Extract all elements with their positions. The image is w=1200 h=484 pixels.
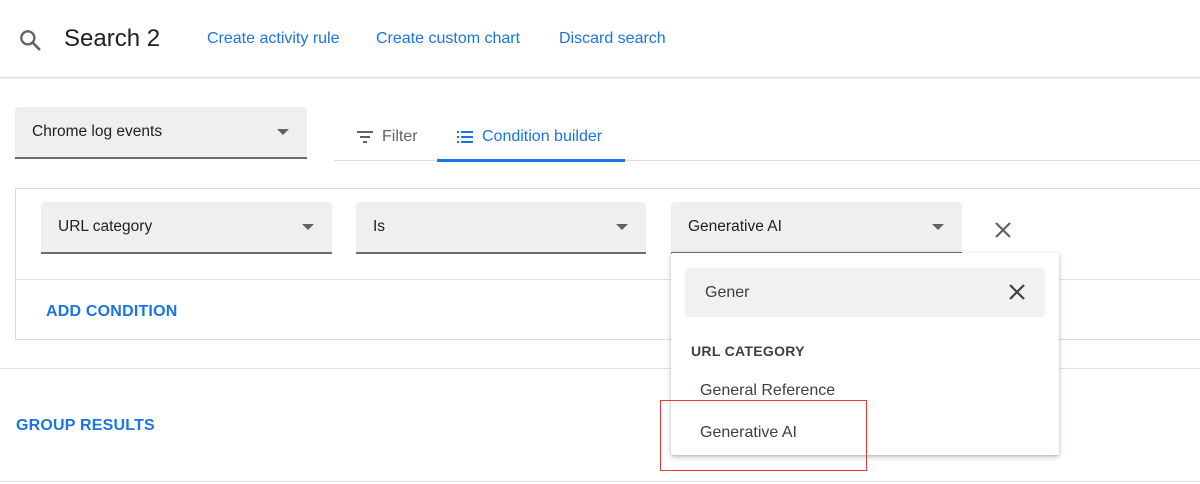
tab-filter[interactable]: Filter — [357, 112, 418, 162]
condition-operator-select[interactable]: Is — [356, 202, 646, 254]
chevron-down-icon — [277, 129, 289, 135]
dropdown-search-input[interactable]: Gener — [685, 268, 1045, 317]
add-condition-button[interactable]: ADD CONDITION — [46, 303, 177, 321]
chevron-down-icon — [616, 224, 628, 230]
data-source-select[interactable]: Chrome log events — [15, 107, 307, 159]
chevron-down-icon — [932, 224, 944, 230]
create-custom-chart-link[interactable]: Create custom chart — [376, 30, 520, 48]
create-activity-rule-link[interactable]: Create activity rule — [207, 30, 340, 48]
top-bar: Search 2 Create activity rule Create cus… — [0, 0, 1200, 78]
tab-condition-builder[interactable]: Condition builder — [457, 112, 602, 162]
value-dropdown-panel: Gener URL CATEGORY General Reference Gen… — [671, 253, 1059, 455]
tab-filter-label: Filter — [382, 128, 418, 145]
dropdown-search-value: Gener — [705, 283, 750, 301]
active-tab-indicator — [437, 159, 625, 162]
dropdown-option-general-reference[interactable]: General Reference — [700, 382, 835, 400]
discard-search-link[interactable]: Discard search — [559, 30, 666, 48]
group-results-button[interactable]: GROUP RESULTS — [16, 417, 155, 435]
clear-search-close-icon[interactable] — [1007, 282, 1027, 302]
condition-value-value: Generative AI — [688, 218, 782, 235]
condition-field-select[interactable]: URL category — [41, 202, 332, 254]
tab-condition-builder-label: Condition builder — [482, 128, 603, 145]
chevron-down-icon — [302, 224, 314, 230]
dropdown-option-generative-ai[interactable]: Generative AI — [700, 424, 797, 442]
filter-list-icon — [357, 131, 373, 143]
condition-value-select[interactable]: Generative AI — [671, 202, 962, 254]
condition-field-value: URL category — [58, 218, 153, 235]
remove-condition-close-icon[interactable] — [991, 218, 1015, 242]
search-icon[interactable] — [17, 27, 43, 53]
dropdown-section-header: URL CATEGORY — [691, 343, 805, 359]
section-divider — [0, 481, 1200, 482]
page-title: Search 2 — [64, 25, 161, 52]
condition-operator-value: Is — [373, 218, 386, 235]
data-source-value: Chrome log events — [32, 123, 163, 140]
list-icon — [457, 131, 473, 143]
